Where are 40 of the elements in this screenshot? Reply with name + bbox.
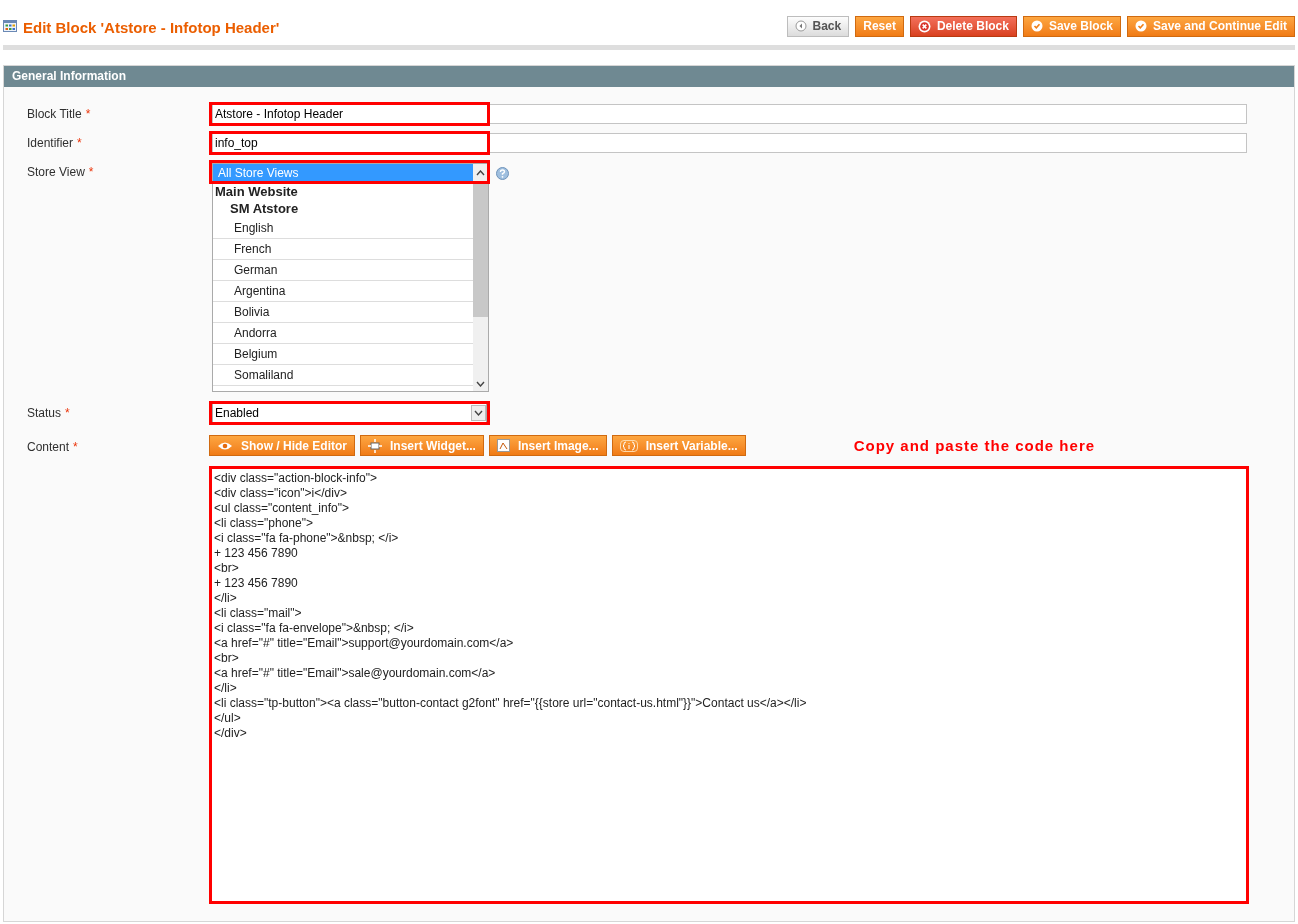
store-view-option[interactable]: Main Website	[213, 183, 473, 200]
required-mark: *	[85, 106, 91, 121]
required-mark: *	[88, 164, 94, 179]
delete-button[interactable]: Delete Block	[909, 15, 1017, 37]
field-label: Status	[27, 405, 62, 420]
store-view-list[interactable]: All Store Views Main Website SM Atstore English French German Argentina Bolivia Andorra Belgium Somaliland	[212, 162, 489, 392]
checkmark-icon	[1030, 20, 1043, 33]
required-mark: *	[73, 439, 78, 454]
widget-icon	[368, 438, 382, 453]
back-button[interactable]: Back	[786, 15, 850, 37]
required-mark: *	[65, 405, 70, 420]
checkmark-icon	[1135, 20, 1147, 33]
dropdown-icon	[471, 404, 486, 421]
close-icon	[917, 19, 931, 33]
store-view-option[interactable]: Bolivia	[213, 301, 473, 323]
page-title: Edit Block 'Atstore - Infotop Header'	[23, 18, 280, 38]
status-select[interactable]: Enabled	[212, 402, 487, 423]
field-label: Block Title	[27, 106, 82, 121]
store-view-option[interactable]: SM Atstore	[213, 199, 473, 218]
field-label: Content	[27, 439, 70, 454]
image-icon	[496, 439, 510, 453]
grid-icon	[3, 20, 17, 33]
help-icon	[496, 166, 509, 180]
store-view-option[interactable]: Argentina	[213, 280, 473, 302]
field-label: Store View	[27, 164, 85, 179]
variable-icon	[619, 439, 638, 452]
content-field[interactable]: <div class="action-block-info"> <div class="icon">i</div> <ul class="content_info"> <li class="phone"> <i class="fa fa-phone">&nbsp; </i> + 123 456 7890 <br> + 123 456 7890 </li> <li class="mail"> <i class="fa fa-envelope">&nbsp; </i> <a href="#" title="Email">support@yourdomain.com</a> <br> <a href="#" title="Email">sale@yourdomain.com</a> </li> <li class="tp-button"><a class="button-contact g2font" href="{{store url="contact-us.html"}}">Contact us</a></li> </ul> </div>	[209, 466, 1249, 904]
annotation-text: Copy and paste the code here	[853, 435, 1096, 456]
text-input[interactable]: Atstore - Infotop Header	[212, 103, 1247, 124]
store-view-option[interactable]: French	[213, 238, 473, 260]
field-label: Identifier	[27, 135, 74, 150]
eye-icon	[217, 440, 233, 451]
section-header: General Information	[4, 65, 1294, 87]
store-view-option[interactable]: German	[213, 259, 473, 281]
required-mark: *	[77, 135, 82, 150]
text-input[interactable]: info_top	[212, 132, 1247, 153]
store-view-option[interactable]: English	[213, 217, 473, 239]
store-view-option[interactable]: Somaliland	[213, 364, 473, 386]
store-view-option[interactable]: Andorra	[213, 322, 473, 344]
store-view-option[interactable]: Belgium	[213, 343, 473, 365]
